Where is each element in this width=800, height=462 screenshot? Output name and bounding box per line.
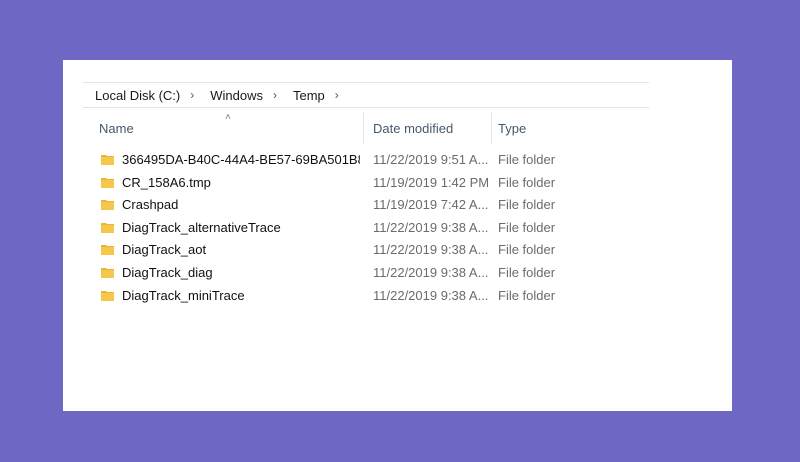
folder-icon [101,200,114,211]
file-row[interactable]: DiagTrack_diag 11/22/2019 9:38 A... File… [83,261,683,284]
file-row[interactable]: Crashpad 11/19/2019 7:42 A... File folde… [83,193,683,216]
file-row[interactable]: DiagTrack_alternativeTrace 11/22/2019 9:… [83,216,683,239]
chevron-right-icon[interactable]: › [184,88,198,102]
file-date: 11/22/2019 9:38 A... [373,219,489,235]
explorer-window: Local Disk (C:) › Windows › Temp › ˄ Nam… [63,60,732,411]
folder-icon [101,155,114,165]
breadcrumb-temp[interactable]: Temp [281,88,329,103]
folder-icon [101,267,114,278]
address-bar[interactable]: Local Disk (C:) › Windows › Temp › [83,82,649,108]
breadcrumb-local-disk[interactable]: Local Disk (C:) [83,88,184,103]
file-name: DiagTrack_alternativeTrace [122,219,281,235]
file-name: Crashpad [122,197,179,213]
chevron-right-icon[interactable]: › [329,88,343,102]
file-type: File folder [498,174,556,190]
file-type: File folder [498,219,556,235]
chevron-right-icon[interactable]: › [267,88,281,102]
file-row[interactable]: DiagTrack_aot 11/22/2019 9:38 A... File … [83,238,683,261]
column-header: ˄ Name Date modified Type [83,112,683,146]
file-type: File folder [498,287,556,303]
file-type: File folder [498,197,556,213]
file-date: 11/22/2019 9:51 A... [373,152,489,167]
file-date: 11/22/2019 9:38 A... [373,242,489,258]
file-date: 11/22/2019 9:38 A... [373,264,489,280]
file-date: 11/19/2019 1:42 PM [373,174,490,190]
file-date: 11/22/2019 9:38 A... [373,287,489,303]
breadcrumb-windows[interactable]: Windows [198,88,267,103]
folder-icon [101,245,114,256]
file-name: CR_158A6.tmp [122,174,211,190]
sort-up-icon: ˄ [225,112,231,123]
file-date: 11/19/2019 7:42 A... [373,197,489,213]
file-name: 366495DA-B40C-44A4-BE57-69BA501B8... [122,152,360,167]
file-row[interactable]: CR_158A6.tmp 11/19/2019 1:42 PM File fol… [83,171,683,194]
file-type: File folder [498,152,556,167]
file-row[interactable]: 366495DA-B40C-44A4-BE57-69BA501B8... 11/… [83,148,683,171]
column-divider[interactable] [491,112,492,144]
column-type[interactable]: Type [498,121,526,136]
file-name: DiagTrack_miniTrace [122,287,245,303]
file-name: DiagTrack_aot [122,242,207,258]
folder-icon [101,222,114,233]
file-type: File folder [498,264,556,280]
file-row[interactable]: DiagTrack_miniTrace 11/22/2019 9:38 A...… [83,284,683,307]
folder-icon [101,290,114,301]
column-name[interactable]: Name [99,121,134,136]
file-type: File folder [498,242,556,258]
file-name: DiagTrack_diag [122,264,213,280]
file-list: 366495DA-B40C-44A4-BE57-69BA501B8... 11/… [83,148,683,306]
column-date-modified[interactable]: Date modified [373,121,453,136]
column-divider[interactable] [363,112,364,144]
folder-icon [101,177,114,188]
